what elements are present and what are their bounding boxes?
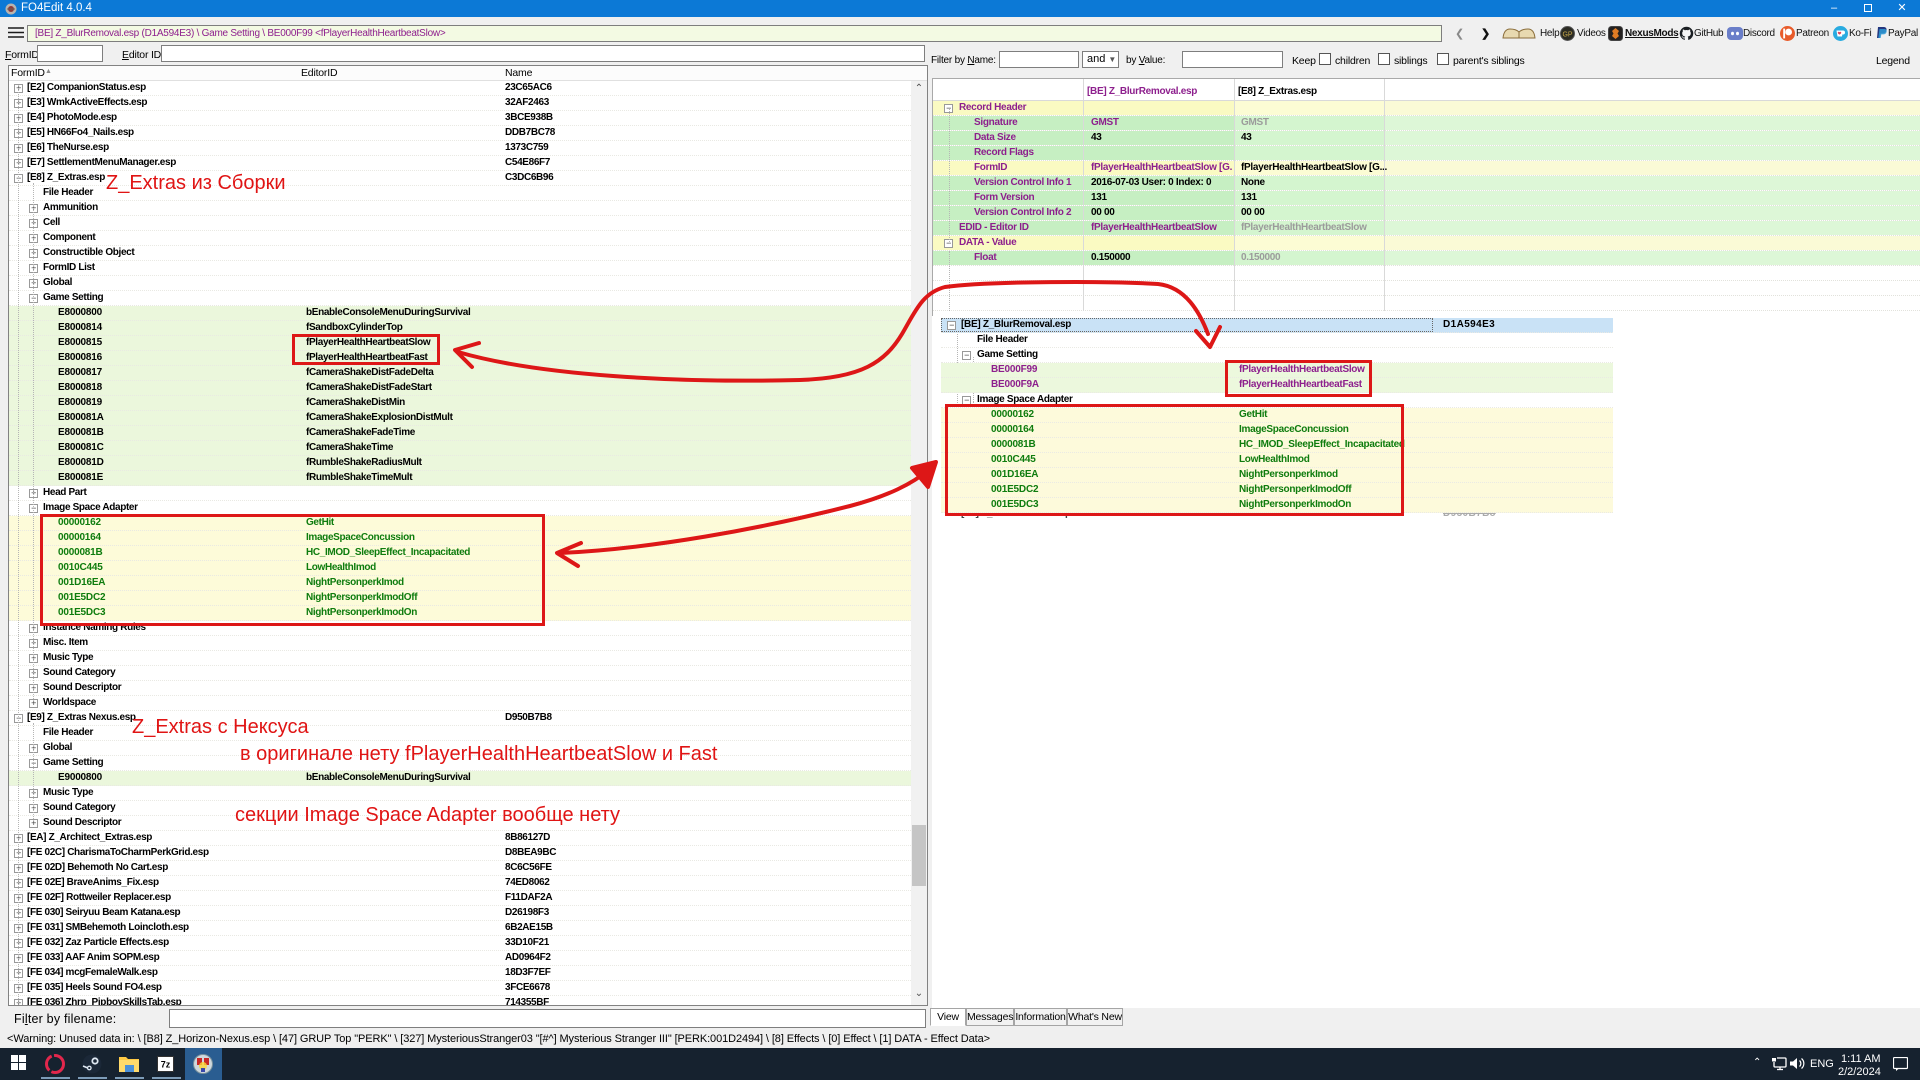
svg-text:GP: GP [1562, 32, 1572, 39]
svg-text:7z: 7z [161, 1060, 171, 1070]
